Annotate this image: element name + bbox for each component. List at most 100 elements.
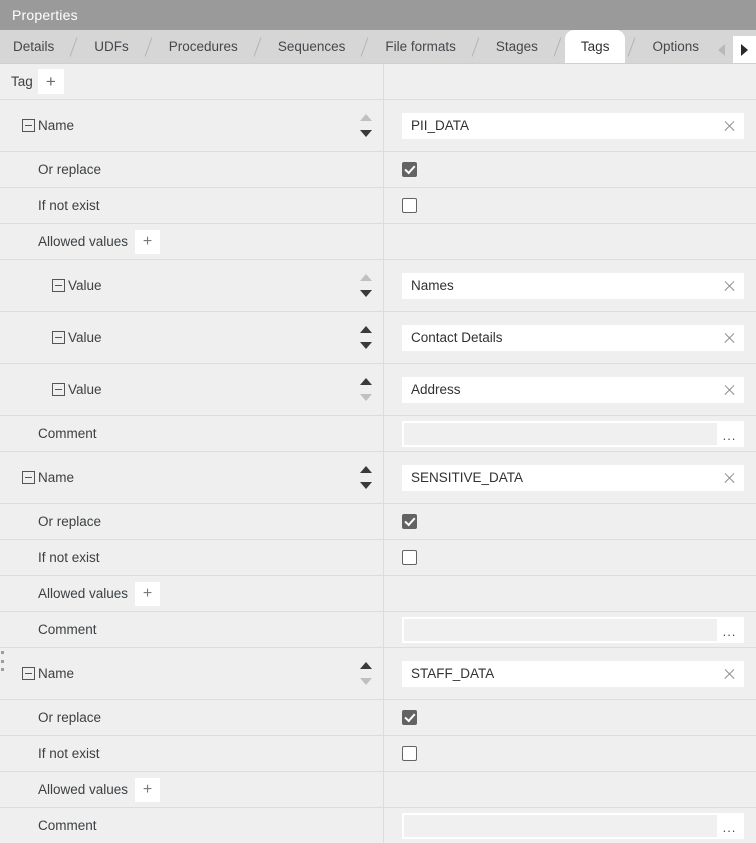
row-label-cell: Value <box>0 364 383 415</box>
clear-x-icon[interactable] <box>723 119 736 132</box>
tab-scroll-left-button[interactable] <box>710 36 733 63</box>
comment-field[interactable] <box>404 619 717 641</box>
move-up-icon[interactable] <box>360 662 372 669</box>
row-value-cell <box>383 188 756 223</box>
move-up-icon[interactable] <box>360 114 372 121</box>
splitter-dot <box>1 668 4 671</box>
row-value-cell <box>383 736 756 771</box>
reorder-spinner <box>360 109 372 143</box>
comment-label: Comment <box>0 622 97 637</box>
add-allowed-value-button[interactable]: + <box>135 582 160 606</box>
row-label-text: If not exist <box>38 746 100 761</box>
row-value-cell: Contact Details <box>383 312 756 363</box>
move-down-icon[interactable] <box>360 290 372 297</box>
tag-toolbar: Tag + <box>0 64 756 100</box>
tab-details[interactable]: Details <box>0 30 67 63</box>
comment-label: Comment <box>0 426 97 441</box>
panel-splitter-handle[interactable] <box>0 648 5 674</box>
move-up-icon[interactable] <box>360 378 372 385</box>
tab-separator <box>551 30 565 63</box>
comment-input[interactable]: ... <box>402 617 744 643</box>
add-tag-button[interactable]: + <box>38 69 64 94</box>
tab-separator <box>142 30 156 63</box>
row-value-cell: ... <box>383 612 756 647</box>
row-label-text: Value <box>68 382 102 397</box>
comment-browse-button[interactable]: ... <box>717 423 742 445</box>
row-value-cell <box>383 152 756 187</box>
tag-name-input[interactable]: SENSITIVE_DATA <box>402 465 744 491</box>
tab-udfs[interactable]: UDFs <box>81 30 142 63</box>
plus-icon: + <box>143 234 152 250</box>
collapse-minus-icon[interactable] <box>22 119 35 132</box>
tab-stages[interactable]: Stages <box>483 30 551 63</box>
tab-tags[interactable]: Tags <box>565 30 626 63</box>
if-not-exist-checkbox[interactable] <box>402 746 417 761</box>
tab-scroll-right-button[interactable] <box>733 36 756 63</box>
comment-field[interactable] <box>404 815 717 837</box>
if-not-exist-checkbox[interactable] <box>402 550 417 565</box>
comment-input[interactable]: ... <box>402 813 744 839</box>
row-value-cell <box>383 772 756 807</box>
if-not-exist-row: If not exist <box>0 540 756 576</box>
allowed-values-label: Allowed values+ <box>0 582 160 606</box>
comment-row: Comment... <box>0 808 756 843</box>
splitter-dot <box>1 651 4 654</box>
comment-field[interactable] <box>404 423 717 445</box>
clear-x-icon[interactable] <box>723 331 736 344</box>
row-label-cell: Value <box>0 312 383 363</box>
or-replace-checkbox[interactable] <box>402 162 417 177</box>
row-value-cell: ... <box>383 808 756 843</box>
row-value-cell <box>383 224 756 259</box>
comment-browse-button[interactable]: ... <box>717 815 742 837</box>
move-up-icon[interactable] <box>360 326 372 333</box>
if-not-exist-checkbox[interactable] <box>402 198 417 213</box>
move-down-icon[interactable] <box>360 394 372 401</box>
tab-sequences[interactable]: Sequences <box>265 30 359 63</box>
collapse-minus-icon[interactable] <box>52 383 65 396</box>
tab-file-formats[interactable]: File formats <box>372 30 469 63</box>
move-up-icon[interactable] <box>360 274 372 281</box>
ellipsis-icon: ... <box>723 821 737 834</box>
clear-x-icon[interactable] <box>723 279 736 292</box>
comment-input[interactable]: ... <box>402 421 744 447</box>
move-down-icon[interactable] <box>360 482 372 489</box>
clear-x-icon[interactable] <box>723 383 736 396</box>
add-allowed-value-button[interactable]: + <box>135 230 160 254</box>
clear-x-icon[interactable] <box>723 471 736 484</box>
row-label-cell: If not exist <box>0 540 383 575</box>
tab-label: Tags <box>581 39 610 54</box>
tag-name-input[interactable]: PII_DATA <box>402 113 744 139</box>
tab-procedures[interactable]: Procedures <box>156 30 251 63</box>
reorder-spinner <box>360 321 372 355</box>
collapse-minus-icon[interactable] <box>52 279 65 292</box>
allowed-value-input[interactable]: Contact Details <box>402 325 744 351</box>
or-replace-checkbox[interactable] <box>402 514 417 529</box>
move-down-icon[interactable] <box>360 678 372 685</box>
allowed-values-row: Allowed values+ <box>0 772 756 808</box>
splitter-dot <box>1 660 4 663</box>
row-label-cell: Allowed values+ <box>0 224 383 259</box>
move-down-icon[interactable] <box>360 130 372 137</box>
move-up-icon[interactable] <box>360 466 372 473</box>
allowed-value-input[interactable]: Names <box>402 273 744 299</box>
allowed-value-row: Value Names <box>0 260 756 312</box>
comment-label: Comment <box>0 818 97 833</box>
collapse-minus-icon[interactable] <box>22 667 35 680</box>
comment-browse-button[interactable]: ... <box>717 619 742 641</box>
if-not-exist-row: If not exist <box>0 736 756 772</box>
or-replace-checkbox[interactable] <box>402 710 417 725</box>
row-label-text: Value <box>68 278 102 293</box>
collapse-minus-icon[interactable] <box>22 471 35 484</box>
tag-name-input[interactable]: STAFF_DATA <box>402 661 744 687</box>
row-label-text: Name <box>38 666 74 681</box>
input-value: PII_DATA <box>411 118 469 133</box>
allowed-value-input[interactable]: Address <box>402 377 744 403</box>
collapse-minus-icon[interactable] <box>52 331 65 344</box>
clear-x-icon[interactable] <box>723 667 736 680</box>
row-value-cell <box>383 700 756 735</box>
tab-options[interactable]: Options <box>639 30 710 63</box>
add-allowed-value-button[interactable]: + <box>135 778 160 802</box>
input-value: Contact Details <box>411 330 503 345</box>
move-down-icon[interactable] <box>360 342 372 349</box>
grid-rows: NamePII_DATAOr replaceIf not existAllowe… <box>0 100 756 843</box>
